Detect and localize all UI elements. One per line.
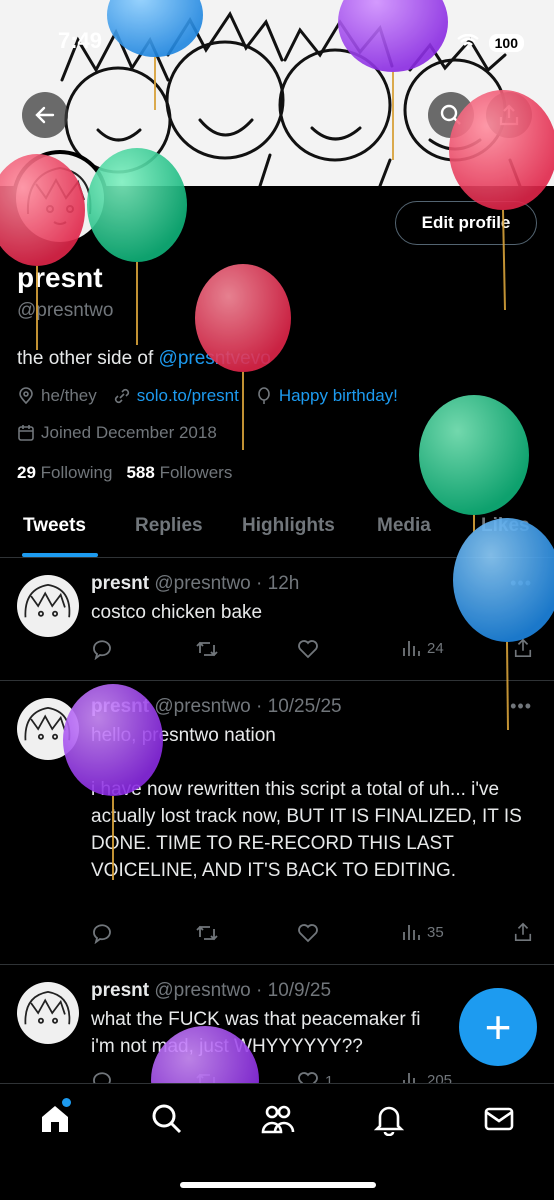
search-icon	[152, 1104, 182, 1134]
communities-icon	[261, 1105, 295, 1134]
bell-icon	[373, 1106, 405, 1137]
nav-notifications[interactable]	[372, 1102, 406, 1141]
notification-dot	[62, 1098, 71, 1107]
home-icon	[42, 1106, 68, 1132]
nav-messages[interactable]	[482, 1102, 516, 1141]
nav-search[interactable]	[150, 1102, 184, 1141]
nav-home[interactable]	[38, 1102, 72, 1141]
mail-icon	[484, 1107, 514, 1131]
nav-communities[interactable]	[260, 1102, 296, 1141]
home-indicator	[180, 1182, 376, 1188]
birthday-balloons	[0, 0, 554, 1134]
